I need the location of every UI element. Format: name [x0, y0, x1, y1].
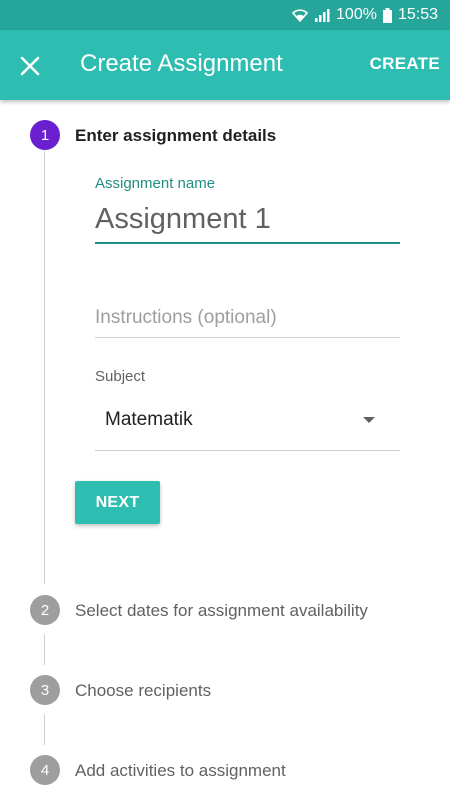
step-4-badge: 4	[30, 755, 60, 785]
step-1-label[interactable]: Enter assignment details	[75, 126, 276, 146]
step-3-label[interactable]: Choose recipients	[75, 681, 211, 701]
step-connector-2	[44, 634, 45, 665]
wifi-icon	[292, 8, 309, 22]
step-2-badge: 2	[30, 595, 60, 625]
dropdown-arrow-icon[interactable]	[363, 417, 375, 423]
subject-label: Subject	[95, 368, 146, 385]
assignment-name-underline	[95, 242, 400, 244]
create-button[interactable]: CREATE	[370, 54, 440, 74]
step-connector-3	[44, 714, 45, 745]
instructions-underline	[95, 337, 400, 338]
clock: 15:53	[397, 6, 438, 23]
step-1-badge: 1	[30, 120, 60, 150]
page-title: Create Assignment	[80, 50, 283, 77]
signal-icon	[314, 8, 330, 22]
subject-underline	[95, 450, 400, 451]
step-4-label[interactable]: Add activities to assignment	[75, 761, 286, 781]
status-bar: 100% 15:53	[0, 0, 450, 30]
assignment-name-label: Assignment name	[95, 175, 216, 192]
step-connector-1	[44, 150, 45, 584]
next-button[interactable]: NEXT	[75, 481, 160, 524]
step-2-label[interactable]: Select dates for assignment availability	[75, 601, 368, 621]
close-icon	[20, 56, 40, 76]
close-button[interactable]	[14, 50, 46, 82]
instructions-input[interactable]: Instructions (optional)	[95, 307, 277, 329]
step-3-badge: 3	[30, 675, 60, 705]
battery-percent: 100%	[336, 6, 377, 23]
app-bar: Create Assignment CREATE	[0, 30, 450, 100]
subject-select[interactable]: Matematik	[105, 409, 193, 431]
battery-icon	[382, 7, 392, 23]
assignment-name-input[interactable]: Assignment 1	[95, 203, 271, 236]
